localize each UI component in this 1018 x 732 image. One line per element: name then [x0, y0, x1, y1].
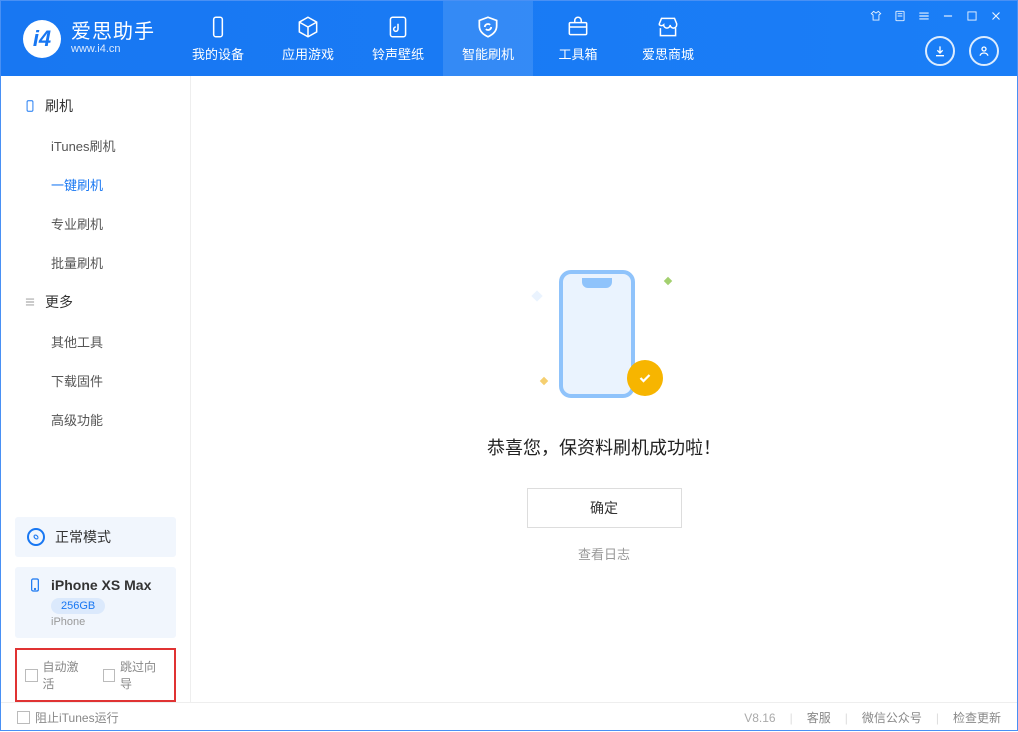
music-file-icon [385, 14, 411, 40]
nav-label: 铃声壁纸 [372, 44, 424, 63]
sidebar-item-pro-flash[interactable]: 专业刷机 [1, 204, 190, 243]
footer-link-support[interactable]: 客服 [807, 709, 831, 726]
sidebar-item-batch-flash[interactable]: 批量刷机 [1, 243, 190, 282]
ok-button[interactable]: 确定 [527, 488, 682, 528]
app-logo-icon: i4 [23, 20, 61, 58]
checkbox-label: 阻止iTunes运行 [35, 709, 119, 726]
sidebar: 刷机 iTunes刷机 一键刷机 专业刷机 批量刷机 更多 其他工具 下载固件 … [1, 76, 191, 702]
nav-label: 爱思商城 [642, 44, 694, 63]
nav-label: 应用游戏 [282, 44, 334, 63]
download-button[interactable] [925, 36, 955, 66]
storage-badge: 256GB [51, 598, 105, 614]
device-icon [205, 14, 231, 40]
sidebar-header-label: 刷机 [45, 96, 73, 116]
mode-status-icon [27, 528, 45, 546]
version-label: V8.16 [744, 711, 775, 725]
note-icon[interactable] [893, 9, 907, 23]
header-actions [925, 36, 999, 66]
status-bar: 阻止iTunes运行 V8.16 | 客服 | 微信公众号 | 检查更新 [1, 702, 1017, 732]
checkbox-block-itunes[interactable]: 阻止iTunes运行 [17, 709, 119, 726]
checkbox-icon [17, 711, 30, 724]
nav-label: 智能刷机 [462, 44, 514, 63]
minimize-icon[interactable] [941, 9, 955, 23]
nav-store[interactable]: 爱思商城 [623, 1, 713, 76]
title-bar: i4 爱思助手 www.i4.cn 我的设备 应用游戏 铃声壁纸 智能刷机 工具… [1, 1, 1017, 76]
nav-smart-flash[interactable]: 智能刷机 [443, 1, 533, 76]
footer-link-update[interactable]: 检查更新 [953, 709, 1001, 726]
app-subtitle: www.i4.cn [71, 43, 155, 55]
main-nav: 我的设备 应用游戏 铃声壁纸 智能刷机 工具箱 爱思商城 [173, 1, 713, 76]
menu-icon[interactable] [917, 9, 931, 23]
footer-link-wechat[interactable]: 微信公众号 [862, 709, 922, 726]
checkbox-icon [25, 669, 38, 682]
app-title: 爱思助手 [71, 21, 155, 43]
sidebar-item-itunes-flash[interactable]: iTunes刷机 [1, 126, 190, 165]
logo-area: i4 爱思助手 www.i4.cn [1, 1, 173, 76]
logo-text: 爱思助手 www.i4.cn [71, 21, 155, 55]
nav-my-device[interactable]: 我的设备 [173, 1, 263, 76]
sidebar-section-more: 更多 [1, 282, 190, 322]
mode-label: 正常模式 [55, 527, 111, 547]
maximize-icon[interactable] [965, 9, 979, 23]
success-illustration [539, 266, 669, 406]
sidebar-item-other-tools[interactable]: 其他工具 [1, 322, 190, 361]
mode-status[interactable]: 正常模式 [15, 517, 176, 557]
sidebar-header-label: 更多 [45, 292, 73, 312]
toolbox-icon [565, 14, 591, 40]
view-log-link[interactable]: 查看日志 [578, 544, 630, 563]
user-button[interactable] [969, 36, 999, 66]
phone-icon [27, 577, 43, 593]
sidebar-section-flash: 刷机 [1, 86, 190, 126]
store-icon [655, 14, 681, 40]
sidebar-item-oneclick-flash[interactable]: 一键刷机 [1, 165, 190, 204]
nav-label: 工具箱 [558, 44, 597, 63]
nav-ringtone-wallpaper[interactable]: 铃声壁纸 [353, 1, 443, 76]
sidebar-item-advanced[interactable]: 高级功能 [1, 400, 190, 439]
success-message: 恭喜您，保资料刷机成功啦！ [487, 434, 721, 460]
phone-illustration-icon [559, 270, 635, 398]
shirt-icon[interactable] [869, 9, 883, 23]
checkbox-icon [103, 669, 116, 682]
options-highlighted: 自动激活 跳过向导 [15, 648, 176, 702]
device-info[interactable]: iPhone XS Max 256GB iPhone [15, 567, 176, 638]
close-icon[interactable] [989, 9, 1003, 23]
checkbox-label: 跳过向导 [120, 658, 166, 692]
check-badge-icon [627, 360, 663, 396]
sidebar-item-download-firmware[interactable]: 下载固件 [1, 361, 190, 400]
nav-toolbox[interactable]: 工具箱 [533, 1, 623, 76]
checkbox-auto-activate[interactable]: 自动激活 [25, 658, 89, 692]
main-content: 恭喜您，保资料刷机成功啦！ 确定 查看日志 [191, 76, 1017, 702]
window-controls [869, 9, 1003, 23]
device-name: iPhone XS Max [51, 577, 151, 593]
list-icon [23, 295, 37, 309]
nav-apps-games[interactable]: 应用游戏 [263, 1, 353, 76]
phone-outline-icon [23, 99, 37, 113]
cube-icon [295, 14, 321, 40]
nav-label: 我的设备 [192, 44, 244, 63]
refresh-shield-icon [475, 14, 501, 40]
checkbox-label: 自动激活 [43, 658, 89, 692]
checkbox-skip-guide[interactable]: 跳过向导 [103, 658, 167, 692]
device-type: iPhone [51, 616, 164, 628]
